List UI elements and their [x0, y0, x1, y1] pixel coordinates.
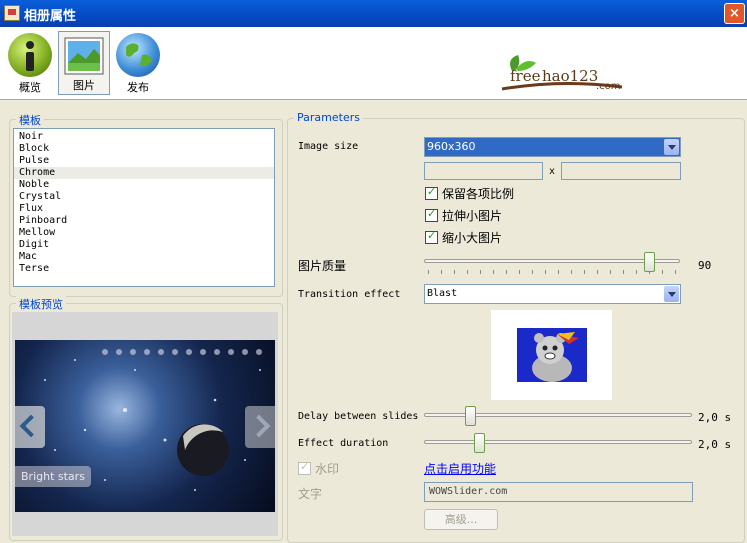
stretch-small-checkbox[interactable]	[425, 207, 438, 222]
transition-label: Transition effect	[298, 289, 401, 300]
tab-publish[interactable]: 发布	[112, 31, 164, 95]
height-input[interactable]	[561, 162, 681, 180]
close-button[interactable]: ×	[724, 3, 745, 24]
advanced-button[interactable]: 高级...	[424, 509, 498, 530]
delay-slider-thumb[interactable]	[465, 406, 476, 426]
preview-caption: Bright stars	[15, 466, 91, 487]
freehao123-logo: free hao123 .com	[492, 49, 632, 99]
logo-com: .com	[596, 81, 621, 92]
chevron-down-icon[interactable]	[664, 286, 679, 302]
stretch-small-label: 拉伸小图片	[442, 209, 503, 223]
image-size-label: Image size	[298, 141, 359, 152]
list-item[interactable]: Digit	[14, 239, 274, 251]
quality-value: 90	[698, 259, 712, 272]
list-item[interactable]: Noble	[14, 179, 274, 191]
duration-slider-thumb[interactable]	[474, 433, 485, 453]
duration-label: Effect duration	[298, 438, 389, 449]
transition-value: Blast	[427, 288, 458, 299]
shrink-large-checkbox[interactable]	[425, 229, 438, 244]
picture-icon	[64, 37, 104, 75]
shrink-large-label: 缩小大图片	[442, 231, 503, 245]
image-size-select[interactable]: 960x360	[424, 137, 681, 157]
keep-ratio-label: 保留各项比例	[442, 187, 515, 201]
transition-preview	[491, 310, 612, 400]
quality-slider-ticks	[428, 270, 678, 274]
delay-value: 2,0 s	[698, 411, 732, 424]
title-bar: 相册属性 ×	[0, 0, 747, 27]
toolbar: 概览 图片 发布 free hao123 .com	[0, 27, 747, 100]
preview-area: Bright stars	[12, 312, 278, 536]
image-size-value: 960x360	[427, 140, 476, 153]
size-x-label: x	[549, 166, 556, 177]
logo-hao: hao123	[542, 67, 599, 85]
width-input[interactable]	[424, 162, 543, 180]
globe-icon	[116, 33, 160, 77]
preview-image: Bright stars	[15, 340, 275, 512]
next-arrow-button[interactable]	[245, 406, 275, 448]
keep-ratio-checkbox[interactable]	[425, 185, 438, 200]
tab-images[interactable]: 图片	[58, 31, 110, 95]
chevron-down-icon[interactable]	[664, 139, 679, 155]
list-item[interactable]: Flux	[14, 203, 274, 215]
tab-images-label: 图片	[73, 79, 95, 92]
list-item[interactable]: Terse	[14, 263, 274, 275]
watermark-checkbox[interactable]	[298, 460, 311, 475]
templates-title: 模板	[16, 112, 44, 128]
list-item[interactable]: Block	[14, 143, 274, 155]
tab-overview-label: 概览	[19, 81, 41, 94]
info-icon	[8, 33, 52, 77]
prev-arrow-button[interactable]	[15, 406, 45, 448]
list-item[interactable]: Mac	[14, 251, 274, 263]
template-list[interactable]: Noir Block Pulse Chrome Noble Crystal Fl…	[13, 128, 275, 287]
tab-publish-label: 发布	[127, 81, 149, 94]
album-icon	[4, 5, 20, 21]
quality-slider-thumb[interactable]	[644, 252, 655, 272]
list-item[interactable]: Pinboard	[14, 215, 274, 227]
list-item[interactable]: Noir	[14, 131, 274, 143]
quality-label: 图片质量	[298, 259, 347, 273]
list-item[interactable]: Mellow	[14, 227, 274, 239]
duration-slider-track[interactable]	[424, 440, 692, 444]
delay-label: Delay between slides	[298, 411, 419, 422]
transition-select[interactable]: Blast	[424, 284, 681, 304]
parameters-title: Parameters	[294, 111, 363, 124]
cartoon-bear-icon	[517, 328, 587, 382]
tab-overview[interactable]: 概览	[4, 31, 56, 95]
watermark-text-input[interactable]: WOWSlider.com	[424, 482, 693, 502]
text-label: 文字	[298, 487, 323, 501]
list-item-selected[interactable]: Chrome	[14, 167, 274, 179]
preview-title: 模板预览	[16, 296, 66, 312]
enable-feature-link[interactable]: 点击启用功能	[424, 460, 496, 477]
list-item[interactable]: Crystal	[14, 191, 274, 203]
quality-slider-track[interactable]	[424, 259, 680, 263]
logo-free: free	[510, 67, 541, 85]
list-item[interactable]: Pulse	[14, 155, 274, 167]
window-title: 相册属性	[24, 9, 77, 24]
watermark-label: 水印	[315, 462, 340, 476]
duration-value: 2,0 s	[698, 438, 732, 451]
